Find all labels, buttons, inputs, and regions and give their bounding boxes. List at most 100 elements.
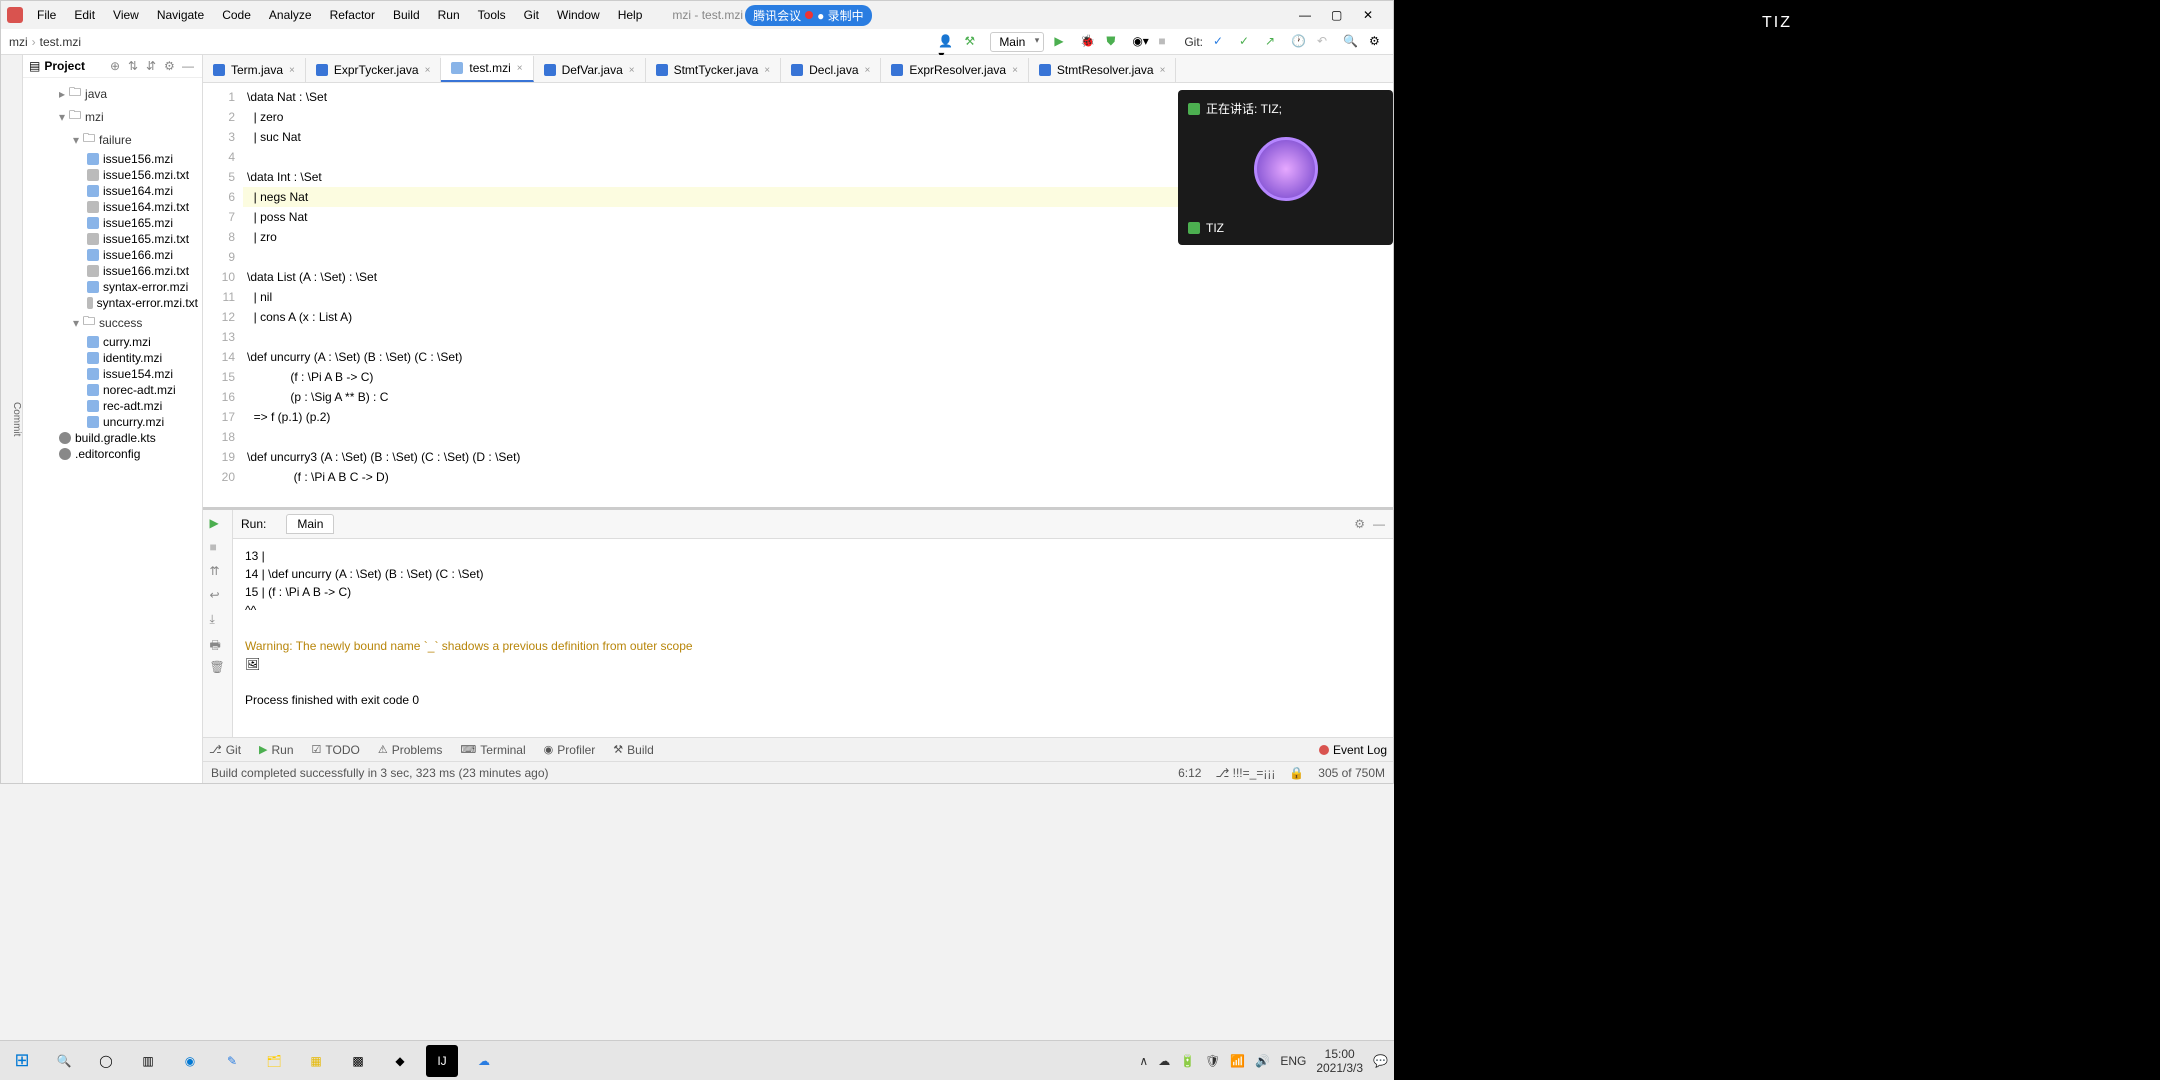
close-tab-icon[interactable]: × <box>1160 65 1166 76</box>
edge-icon[interactable]: ◉ <box>174 1045 206 1077</box>
editor-tab-StmtTycker.java[interactable]: StmtTycker.java× <box>646 58 782 82</box>
panel-settings-icon[interactable]: ⚙ <box>164 59 178 73</box>
search-everywhere-icon[interactable]: 🔍 <box>1343 34 1359 50</box>
git-update-icon[interactable]: ✓ <box>1213 34 1229 50</box>
file-uncurry.mzi[interactable]: uncurry.mzi <box>23 414 202 430</box>
file-issue166.mzi.txt[interactable]: issue166.mzi.txt <box>23 263 202 279</box>
editor-tab-ExprTycker.java[interactable]: ExprTycker.java× <box>306 58 442 82</box>
run-console[interactable]: 13 | 14 | \def uncurry (A : \Set) (B : \… <box>233 539 1393 737</box>
crumb-root[interactable]: mzi <box>9 35 28 49</box>
run-tab-main[interactable]: Main <box>286 514 334 534</box>
start-button[interactable]: ⊞ <box>6 1045 38 1077</box>
bottom-tab-build[interactable]: ⚒Build <box>613 743 654 757</box>
editor-tab-Decl.java[interactable]: Decl.java× <box>781 58 881 82</box>
tray-onedrive-icon[interactable]: ☁ <box>1158 1054 1170 1068</box>
menu-git[interactable]: Git <box>516 4 547 26</box>
revert-icon[interactable]: ↶ <box>1317 34 1333 50</box>
rerun-button[interactable]: ▶ <box>210 516 226 532</box>
menu-file[interactable]: File <box>29 4 64 26</box>
scroll-to-end-icon[interactable]: ⤓ <box>210 612 226 628</box>
crumb-file[interactable]: test.mzi <box>40 35 81 49</box>
file-curry.mzi[interactable]: curry.mzi <box>23 334 202 350</box>
file-syntax-error.mzi.txt[interactable]: syntax-error.mzi.txt <box>23 295 202 311</box>
run-config-selector[interactable]: Main <box>990 32 1044 52</box>
file-norec-adt.mzi[interactable]: norec-adt.mzi <box>23 382 202 398</box>
file-issue164.mzi[interactable]: issue164.mzi <box>23 183 202 199</box>
close-tab-icon[interactable]: × <box>289 65 295 76</box>
clock[interactable]: 15:00 2021/3/3 <box>1316 1047 1363 1075</box>
task-view-button[interactable]: ◯ <box>90 1045 122 1077</box>
close-tab-icon[interactable]: × <box>517 63 523 74</box>
lock-icon[interactable]: 🔒 <box>1289 766 1304 780</box>
close-tab-icon[interactable]: × <box>425 65 431 76</box>
close-tab-icon[interactable]: × <box>764 65 770 76</box>
menu-build[interactable]: Build <box>385 4 428 26</box>
intellij-icon[interactable]: IJ <box>426 1045 458 1077</box>
git-commit-icon[interactable]: ✓ <box>1239 34 1255 50</box>
editor-tab-StmtResolver.java[interactable]: StmtResolver.java× <box>1029 58 1177 82</box>
file-.editorconfig[interactable]: .editorconfig <box>23 446 202 462</box>
hide-panel-icon[interactable]: — <box>182 59 196 73</box>
menu-window[interactable]: Window <box>549 4 608 26</box>
run-hide-icon[interactable]: — <box>1373 517 1385 531</box>
folder-java[interactable]: 🗀 java <box>23 82 202 105</box>
bottom-tab-problems[interactable]: ⚠Problems <box>378 743 443 757</box>
git-push-icon[interactable]: ↗ <box>1265 34 1281 50</box>
folder-mzi[interactable]: 🗀 mzi <box>23 105 202 128</box>
run-button[interactable]: ▶ <box>1054 34 1070 50</box>
ime-indicator[interactable]: ENG <box>1280 1054 1306 1068</box>
clear-all-icon[interactable]: 🗑 <box>210 660 226 676</box>
memory-indicator[interactable]: 305 of 750M <box>1318 766 1385 780</box>
menu-tools[interactable]: Tools <box>470 4 514 26</box>
menu-analyze[interactable]: Analyze <box>261 4 320 26</box>
editor-tab-ExprResolver.java[interactable]: ExprResolver.java× <box>881 58 1029 82</box>
user-dropdown-icon[interactable]: 👤▾ <box>938 34 954 50</box>
settings-icon[interactable]: ⚙ <box>1369 34 1385 50</box>
close-button[interactable]: ✕ <box>1363 8 1377 22</box>
maximize-button[interactable]: ▢ <box>1331 8 1345 22</box>
taskbar-app-1[interactable]: ▥ <box>132 1045 164 1077</box>
git-history-icon[interactable]: 🕐 <box>1291 34 1307 50</box>
editor-tab-DefVar.java[interactable]: DefVar.java× <box>534 58 646 82</box>
hammer-icon[interactable]: ⚒ <box>964 34 980 50</box>
stop-button[interactable]: ■ <box>1158 34 1174 50</box>
stop-run-button[interactable]: ■ <box>210 540 226 556</box>
coverage-button[interactable]: ⛊ <box>1106 34 1122 50</box>
close-tab-icon[interactable]: × <box>629 65 635 76</box>
notification-center-icon[interactable]: 💬 <box>1373 1054 1388 1068</box>
close-tab-icon[interactable]: × <box>1012 65 1018 76</box>
menu-navigate[interactable]: Navigate <box>149 4 212 26</box>
collapse-all-icon[interactable]: ⇵ <box>146 59 160 73</box>
menu-run[interactable]: Run <box>430 4 468 26</box>
menu-help[interactable]: Help <box>610 4 651 26</box>
commit-tool-button[interactable]: Commit <box>11 402 22 436</box>
cursor-position[interactable]: 6:12 <box>1178 766 1201 780</box>
event-log-button[interactable]: Event Log <box>1319 743 1387 757</box>
file-issue166.mzi[interactable]: issue166.mzi <box>23 247 202 263</box>
menu-view[interactable]: View <box>105 4 147 26</box>
taskbar-app-2[interactable]: ✎ <box>216 1045 248 1077</box>
expand-all-icon[interactable]: ⇅ <box>128 59 142 73</box>
folder-success[interactable]: 🗀 success <box>23 311 202 334</box>
bottom-tab-terminal[interactable]: ⌨Terminal <box>460 743 525 757</box>
menu-code[interactable]: Code <box>214 4 259 26</box>
run-settings-icon[interactable]: ⚙ <box>1354 517 1365 531</box>
tray-battery-icon[interactable]: 🔋 <box>1180 1054 1195 1068</box>
search-button[interactable]: 🔍 <box>48 1045 80 1077</box>
menu-edit[interactable]: Edit <box>66 4 103 26</box>
menu-refactor[interactable]: Refactor <box>322 4 383 26</box>
tray-wifi-icon[interactable]: 📶 <box>1230 1054 1245 1068</box>
file-identity.mzi[interactable]: identity.mzi <box>23 350 202 366</box>
file-syntax-error.mzi[interactable]: syntax-error.mzi <box>23 279 202 295</box>
file-build.gradle.kts[interactable]: build.gradle.kts <box>23 430 202 446</box>
project-title[interactable]: Project <box>44 59 106 73</box>
bottom-tab-run[interactable]: ▶Run <box>259 743 293 757</box>
folder-failure[interactable]: 🗀 failure <box>23 128 202 151</box>
file-issue156.mzi[interactable]: issue156.mzi <box>23 151 202 167</box>
taskbar-app-4[interactable]: ▩ <box>342 1045 374 1077</box>
file-issue165.mzi[interactable]: issue165.mzi <box>23 215 202 231</box>
taskbar-app-5[interactable]: ◆ <box>384 1045 416 1077</box>
up-stack-icon[interactable]: ⇈ <box>210 564 226 580</box>
tray-volume-icon[interactable]: 🔊 <box>1255 1054 1270 1068</box>
profile-button[interactable]: ◉▾ <box>1132 34 1148 50</box>
